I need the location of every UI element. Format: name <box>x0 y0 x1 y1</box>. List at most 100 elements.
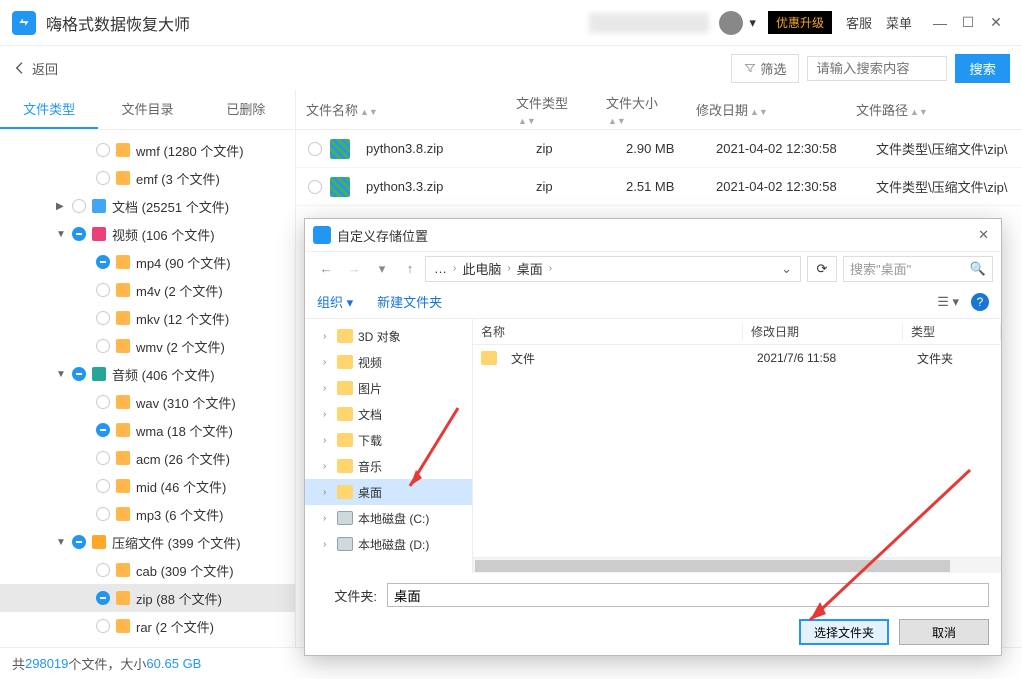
search-button[interactable]: 搜索 <box>955 54 1010 83</box>
folder-icon <box>116 479 130 493</box>
row-checkbox[interactable] <box>308 180 322 194</box>
filter-button[interactable]: 筛选 <box>731 54 799 83</box>
file-row[interactable]: python3.3.zip zip 2.51 MB 2021-04-02 12:… <box>296 168 1022 206</box>
tree-item-acm[interactable]: acm (26 个文件) <box>0 444 295 472</box>
tree-item-cab[interactable]: cab (309 个文件) <box>0 556 295 584</box>
sidebar-tabs: 文件类型 文件目录 已删除 <box>0 90 295 130</box>
search-input[interactable] <box>807 56 947 81</box>
folder-icon <box>116 255 130 269</box>
drive-icon <box>337 537 353 551</box>
tree-item-rar[interactable]: rar (2 个文件) <box>0 612 295 640</box>
crumb-pc[interactable]: 此电脑 <box>462 259 501 278</box>
folder-icon <box>116 311 130 325</box>
address-dropdown-icon[interactable]: ⌄ <box>781 261 792 277</box>
dtree-pictures[interactable]: ›图片 <box>305 375 472 401</box>
tree-item-other[interactable]: 其他 (238770 个文件) <box>0 640 295 647</box>
folder-input[interactable] <box>387 583 989 607</box>
hscrollbar[interactable] <box>473 557 1001 573</box>
tree-item-wmf[interactable]: wmf (1280 个文件) <box>0 136 295 164</box>
dialog-list-row[interactable]: 文件 2021/7/6 11:58 文件夹 <box>473 345 1001 371</box>
dtree-desktop[interactable]: ›桌面 <box>305 479 472 505</box>
tree-item-wmv[interactable]: wmv (2 个文件) <box>0 332 295 360</box>
file-row[interactable]: python3.8.zip zip 2.90 MB 2021-04-02 12:… <box>296 130 1022 168</box>
dialog-list: 名称 修改日期 类型 文件 2021/7/6 11:58 文件夹 <box>473 319 1001 573</box>
nav-up-button[interactable]: ↑ <box>397 261 423 276</box>
cancel-button[interactable]: 取消 <box>899 619 989 645</box>
tree-item-zip[interactable]: zip (88 个文件) <box>0 584 295 612</box>
tree-item-wav[interactable]: wav (310 个文件) <box>0 388 295 416</box>
col-type[interactable]: 文件类型▲▼ <box>506 93 596 127</box>
back-label: 返回 <box>32 59 58 78</box>
dcol-name[interactable]: 名称 <box>473 323 743 340</box>
dialog-footer: 文件夹: 选择文件夹 取消 <box>305 573 1001 655</box>
tree-item-mid[interactable]: mid (46 个文件) <box>0 472 295 500</box>
dcol-date[interactable]: 修改日期 <box>743 323 903 340</box>
zip-icon <box>330 177 350 197</box>
col-size[interactable]: 文件大小▲▼ <box>596 93 686 127</box>
tree: wmf (1280 个文件) emf (3 个文件) ▶文档 (25251 个文… <box>0 130 295 647</box>
folder-icon <box>92 535 106 549</box>
tree-item-archive[interactable]: ▼压缩文件 (399 个文件) <box>0 528 295 556</box>
menu-link[interactable]: 菜单 <box>886 13 912 32</box>
folder-icon <box>92 367 106 381</box>
folder-icon <box>116 339 130 353</box>
dtree-video[interactable]: ›视频 <box>305 349 472 375</box>
help-button[interactable]: ? <box>971 293 989 311</box>
dtree-drive-d[interactable]: ›本地磁盘 (D:) <box>305 531 472 557</box>
dtree-downloads[interactable]: ›下载 <box>305 427 472 453</box>
folder-icon <box>116 619 130 633</box>
folder-icon <box>92 227 106 241</box>
tree-item-m4v[interactable]: m4v (2 个文件) <box>0 276 295 304</box>
select-folder-button[interactable]: 选择文件夹 <box>799 619 889 645</box>
row-checkbox[interactable] <box>308 142 322 156</box>
maximize-button[interactable]: ☐ <box>954 14 982 31</box>
app-logo-icon <box>12 11 36 35</box>
chevron-down-icon: ▼ <box>56 369 70 380</box>
dialog-close-button[interactable]: ✕ <box>974 227 993 243</box>
sort-icon: ▲▼ <box>360 107 378 117</box>
save-location-dialog: 自定义存储位置 ✕ ← → ▾ ↑ …› 此电脑› 桌面› ⌄ ⟳ 搜索"桌面"… <box>304 218 1002 656</box>
tab-file-dir[interactable]: 文件目录 <box>98 90 196 129</box>
nav-recent-button[interactable]: ▾ <box>369 261 395 277</box>
tree-item-video[interactable]: ▼视频 (106 个文件) <box>0 220 295 248</box>
dialog-search-input[interactable]: 搜索"桌面" 🔍 <box>843 256 993 282</box>
back-button[interactable]: 返回 <box>12 59 58 78</box>
new-folder-button[interactable]: 新建文件夹 <box>377 292 442 311</box>
account-caret-icon[interactable]: ▾ <box>749 15 756 31</box>
dtree-docs[interactable]: ›文档 <box>305 401 472 427</box>
refresh-button[interactable]: ⟳ <box>807 256 837 282</box>
folder-icon <box>116 423 130 437</box>
dtree-music[interactable]: ›音乐 <box>305 453 472 479</box>
nav-back-button[interactable]: ← <box>313 261 339 276</box>
tab-deleted[interactable]: 已删除 <box>197 90 295 129</box>
tree-item-emf[interactable]: emf (3 个文件) <box>0 164 295 192</box>
dialog-tree: ›3D 对象 ›视频 ›图片 ›文档 ›下载 ›音乐 ›桌面 ›本地磁盘 (C:… <box>305 319 473 573</box>
tab-file-type[interactable]: 文件类型 <box>0 90 98 129</box>
nav-forward-button[interactable]: → <box>341 261 367 276</box>
folder-icon <box>116 143 130 157</box>
dtree-drive-c[interactable]: ›本地磁盘 (C:) <box>305 505 472 531</box>
support-link[interactable]: 客服 <box>846 13 872 32</box>
crumb-desktop[interactable]: 桌面 <box>517 259 543 278</box>
tree-item-mp4[interactable]: mp4 (90 个文件) <box>0 248 295 276</box>
minimize-button[interactable]: — <box>926 15 954 31</box>
file-count: 298019 <box>25 656 68 671</box>
total-size: 60.65 GB <box>146 656 201 671</box>
tree-item-audio[interactable]: ▼音频 (406 个文件) <box>0 360 295 388</box>
folder-icon <box>337 329 353 343</box>
tree-item-mkv[interactable]: mkv (12 个文件) <box>0 304 295 332</box>
dcol-type[interactable]: 类型 <box>903 323 1001 340</box>
address-bar[interactable]: …› 此电脑› 桌面› ⌄ <box>425 256 801 282</box>
col-name[interactable]: 文件名称▲▼ <box>296 100 506 119</box>
tree-item-mp3[interactable]: mp3 (6 个文件) <box>0 500 295 528</box>
tree-item-wma[interactable]: wma (18 个文件) <box>0 416 295 444</box>
organize-button[interactable]: 组织 ▾ <box>317 292 353 311</box>
col-date[interactable]: 修改日期▲▼ <box>686 100 846 119</box>
dtree-3d[interactable]: ›3D 对象 <box>305 323 472 349</box>
view-button[interactable]: ☰ ▾ <box>937 294 959 310</box>
upgrade-badge[interactable]: 优惠升级 <box>768 11 832 34</box>
col-path[interactable]: 文件路径▲▼ <box>846 100 1022 119</box>
tree-item-docs[interactable]: ▶文档 (25251 个文件) <box>0 192 295 220</box>
close-button[interactable]: ✕ <box>982 14 1010 31</box>
avatar-icon[interactable] <box>719 11 743 35</box>
